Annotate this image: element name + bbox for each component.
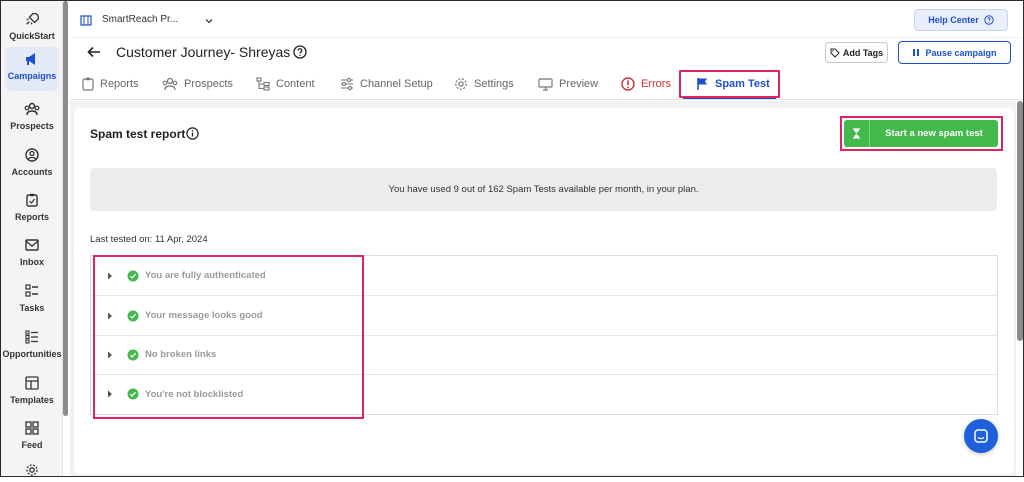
campaign-tabs: Reports Prospects Content Channel Setup …: [70, 68, 1022, 100]
sidebar-item-prospects[interactable]: Prospects: [1, 97, 63, 141]
sidebar-scrollbar[interactable]: [63, 1, 68, 416]
page-title: Customer Journey- Shreyas: [116, 44, 291, 60]
tab-reports[interactable]: Reports: [82, 68, 139, 100]
checklist-icon: [24, 283, 40, 299]
hourglass-icon: [844, 120, 870, 147]
sidebar: QuickStart Campaigns Prospects Accounts …: [1, 1, 63, 476]
tab-content[interactable]: Content: [256, 68, 315, 100]
users-icon: [162, 77, 178, 91]
sidebar-item-label: Templates: [10, 395, 54, 405]
monitor-icon: [538, 77, 553, 91]
grid-icon: [24, 420, 40, 436]
pause-campaign-label: Pause campaign: [925, 47, 997, 58]
sidebar-item-tasks[interactable]: Tasks: [1, 279, 63, 323]
mail-icon: [24, 237, 40, 253]
rocket-icon: [24, 11, 40, 27]
sidebar-item-label: Inbox: [20, 257, 44, 267]
back-arrow-icon[interactable]: [86, 44, 102, 65]
chat-widget-button[interactable]: [964, 419, 998, 453]
main-scrollbar[interactable]: [1017, 101, 1023, 341]
tab-label: Prospects: [184, 78, 233, 90]
tab-channel-setup[interactable]: Channel Setup: [340, 68, 433, 100]
start-new-spam-test-label: Start a new spam test: [885, 128, 983, 139]
sidebar-item-quickstart[interactable]: QuickStart: [1, 7, 63, 51]
help-center-button[interactable]: Help Center: [914, 9, 1008, 31]
tab-label: Content: [276, 78, 315, 90]
add-tags-label: Add Tags: [842, 47, 884, 58]
megaphone-icon: [24, 51, 40, 67]
start-new-spam-test-button[interactable]: Start a new spam test: [844, 120, 998, 147]
question-circle-icon[interactable]: [293, 45, 307, 64]
clipboard-icon: [24, 192, 40, 208]
gear-icon: [455, 78, 467, 90]
sidebar-item-opportunities[interactable]: Opportunities: [1, 325, 63, 369]
tag-icon: [830, 48, 840, 58]
sidebar-item-campaigns[interactable]: Campaigns: [5, 47, 59, 91]
tab-settings[interactable]: Settings: [454, 68, 514, 100]
tab-errors[interactable]: Errors: [621, 68, 671, 100]
sidebar-item-feed[interactable]: Feed: [1, 416, 63, 460]
usage-notice: You have used 9 out of 162 Spam Tests av…: [90, 168, 997, 211]
sidebar-item-accounts[interactable]: Accounts: [1, 143, 63, 187]
tab-label: Errors: [641, 78, 671, 90]
tab-label: Settings: [474, 78, 514, 90]
tab-prospects[interactable]: Prospects: [162, 68, 233, 100]
top-bar: SmartReach Pr... Help Center: [70, 1, 1022, 38]
spam-report-title: Spam test report: [90, 127, 186, 141]
sidebar-item-inbox[interactable]: Inbox: [1, 233, 63, 277]
info-icon[interactable]: [186, 127, 199, 145]
help-center-label: Help Center: [928, 15, 979, 25]
chevron-down-icon[interactable]: [204, 13, 214, 31]
sidebar-item-label: Feed: [21, 440, 43, 450]
list-icon: [24, 329, 40, 345]
tab-label: Reports: [100, 78, 139, 90]
sidebar-item-label: Campaigns: [7, 71, 57, 81]
sliders-icon: [341, 77, 353, 91]
template-icon: [24, 375, 40, 391]
sidebar-item-label: Reports: [14, 212, 49, 222]
gear-icon[interactable]: [25, 463, 39, 482]
sidebar-item-label: Prospects: [10, 121, 54, 131]
content-icon: [256, 77, 270, 91]
tab-label: Channel Setup: [360, 78, 433, 90]
building-icon: [80, 13, 92, 31]
tab-label: Preview: [559, 78, 599, 90]
add-tags-button[interactable]: Add Tags: [825, 42, 888, 63]
sidebar-item-reports[interactable]: Reports: [1, 188, 63, 232]
sidebar-item-label: Accounts: [11, 167, 53, 177]
last-tested-date: Last tested on: 11 Apr, 2024: [90, 234, 208, 245]
highlight-box: [679, 70, 780, 98]
workspace-name[interactable]: SmartReach Pr...: [102, 14, 178, 25]
user-circle-icon: [24, 147, 40, 163]
question-circle-icon: [984, 15, 994, 25]
users-icon: [24, 101, 40, 117]
pause-icon: [913, 49, 920, 56]
chat-icon: [974, 429, 988, 443]
sidebar-item-label: Opportunities: [2, 349, 62, 359]
alert-icon: [621, 77, 635, 91]
sidebar-item-templates[interactable]: Templates: [1, 371, 63, 415]
usage-text: You have used 9 out of 162 Spam Tests av…: [388, 184, 699, 195]
highlight-box: [93, 255, 364, 419]
tab-preview[interactable]: Preview: [538, 68, 598, 100]
clipboard-icon: [82, 77, 94, 91]
sidebar-item-label: QuickStart: [9, 31, 55, 41]
sidebar-item-label: Tasks: [19, 303, 45, 313]
pause-campaign-button[interactable]: Pause campaign: [898, 41, 1011, 64]
